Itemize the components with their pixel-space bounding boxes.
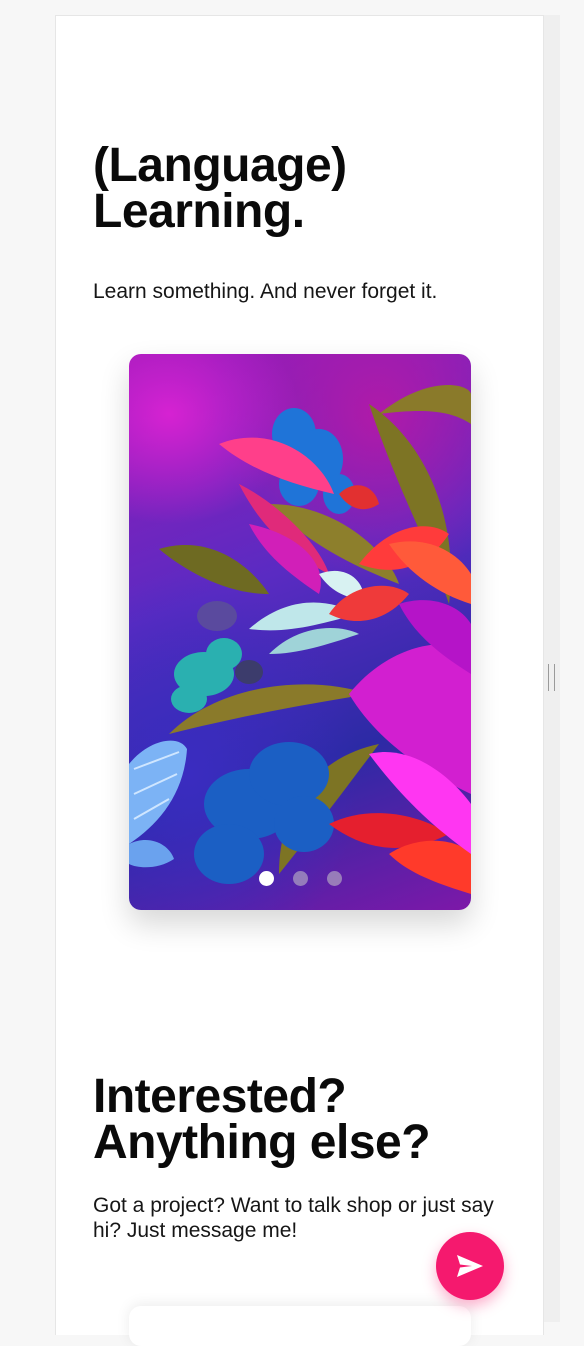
resize-handle[interactable] — [548, 664, 555, 691]
floral-artwork-image — [129, 385, 471, 894]
send-message-button[interactable] — [436, 1232, 504, 1300]
contact-subtitle: Got a project? Want to talk shop or just… — [93, 1194, 494, 1242]
contact-title-line-2: Anything else? — [93, 1116, 431, 1169]
contact-title: Interested? Anything else? — [93, 1070, 533, 1169]
hero-title-line-2: Learning. — [93, 185, 305, 238]
contact-form-card — [129, 1306, 471, 1346]
carousel-dot-2[interactable] — [292, 871, 308, 886]
image-carousel[interactable] — [129, 354, 471, 910]
contact-title-line-1: Interested? — [93, 1070, 347, 1123]
hero-title: (Language) Learning. — [93, 139, 523, 238]
hero-title-line-1: (Language) — [93, 139, 347, 192]
carousel-dot-3[interactable] — [326, 871, 342, 886]
send-icon — [457, 1255, 483, 1277]
hero-subtitle: Learn something. And never forget it. — [93, 280, 438, 303]
page-card: (Language) Learning. Learn something. An… — [55, 15, 544, 1346]
carousel-pagination — [129, 871, 471, 886]
carousel-dot-1[interactable] — [258, 871, 274, 886]
